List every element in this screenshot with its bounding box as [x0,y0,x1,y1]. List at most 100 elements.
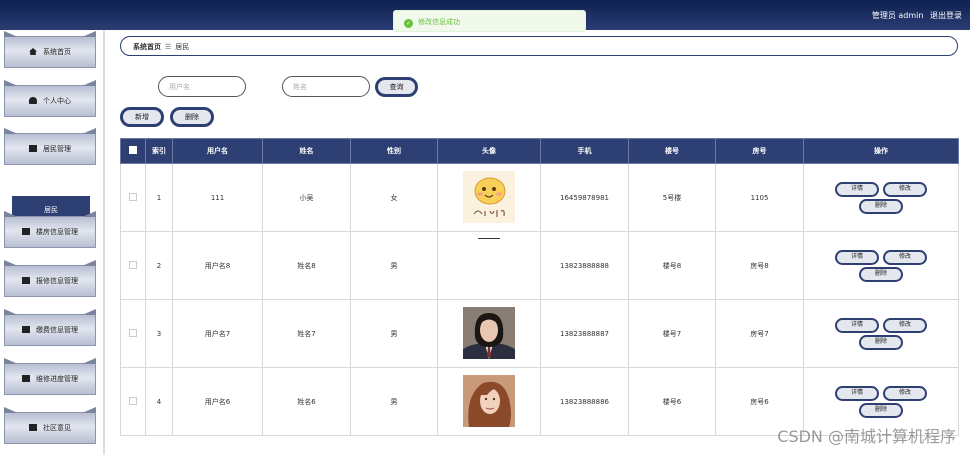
detail-button[interactable]: 详情 [835,317,879,333]
apps-icon [29,424,37,431]
sidebar-item-label: 个人中心 [43,97,71,105]
breadcrumb-home[interactable]: 系统首页 [133,43,161,51]
sidebar-item-progress[interactable]: 维修进度管理 [4,363,96,395]
column-header: 性别 [350,138,438,164]
chart-icon [22,375,30,382]
cell-actions: 详情 修改 删除 [803,231,959,300]
cell-gender: 女 [350,163,438,232]
select-all-cell [120,138,146,164]
breadcrumb-separator: ☰ [165,43,172,51]
grid-icon [22,277,30,284]
cell-index: 1 [145,163,173,232]
cell-phone: 13823888887 [540,299,629,368]
edit-button[interactable]: 修改 [883,385,927,401]
success-toast: ✓ 修改信息成功 [393,10,586,32]
sidebar-item-profile[interactable]: 个人中心 [4,85,96,117]
column-header: 操作 [803,138,959,164]
column-header: 楼号 [628,138,716,164]
user-area: 管理员 admin 退出登录 [868,10,962,21]
sidebar-item-repairs[interactable]: 报修信息管理 [4,265,96,297]
column-header: 用户名 [172,138,263,164]
edit-button[interactable]: 修改 [883,317,927,333]
cell-building: 楼号6 [628,367,716,436]
sidebar-item-label: 楼房信息管理 [36,228,78,236]
row-checkbox[interactable] [129,192,137,201]
name-search-input[interactable] [282,76,370,97]
cell-username: 用户名6 [172,367,263,436]
portrait-photo-avatar [463,374,515,427]
row-delete-button[interactable]: 删除 [859,334,903,350]
broken-image-icon [478,238,500,239]
sidebar-item-feedback[interactable]: 社区意见 [4,412,96,444]
check-icon: ✓ [404,19,413,28]
row-delete-button[interactable]: 删除 [859,198,903,214]
cell-name: 小吴 [262,163,351,232]
column-header: 姓名 [262,138,351,164]
sidebar-item-label: 维修进度管理 [36,375,78,383]
cell-phone: 16459878981 [540,163,629,232]
building-icon [22,228,30,235]
row-checkbox[interactable] [129,328,137,337]
sidebar-item-residents[interactable]: 居民管理 [4,133,96,165]
cell-index: 4 [145,367,173,436]
sidebar-item-label: 系统首页 [43,48,71,56]
select-all-checkbox[interactable] [129,146,137,154]
cell-building: 楼号8 [628,231,716,300]
sidebar-item-label: 缴费信息管理 [36,326,78,334]
wallet-icon [22,326,30,333]
edit-button[interactable]: 修改 [883,249,927,265]
detail-button[interactable]: 详情 [835,385,879,401]
smile-sticker-avatar [463,170,515,223]
cell-building: 楼号7 [628,299,716,368]
cell-username: 111 [172,163,263,232]
list-icon [29,145,37,152]
column-header: 手机 [540,138,629,164]
cell-building: 5号楼 [628,163,716,232]
add-button[interactable]: 新增 [120,107,164,127]
row-checkbox[interactable] [129,396,137,405]
table-row: 1 111 小吴 女 16459878981 5号楼 1105 详情 修改 删除 [120,163,959,232]
delete-button[interactable]: 删除 [170,107,214,127]
logout-link[interactable]: 退出登录 [930,11,962,20]
sidebar-item-home[interactable]: 系统首页 [4,36,96,68]
cell-name: 姓名8 [262,231,351,300]
sidebar-item-label: 居民管理 [43,145,71,153]
cell-avatar [437,367,541,436]
username-search-input[interactable] [158,76,246,97]
table-header-row: 索引 用户名 姓名 性别 头像 手机 楼号 房号 操作 [120,138,959,164]
toast-message: 修改信息成功 [418,18,460,26]
row-checkbox[interactable] [129,260,137,269]
row-delete-button[interactable]: 删除 [859,266,903,282]
row-select-cell [120,299,146,368]
residents-table: 索引 用户名 姓名 性别 头像 手机 楼号 房号 操作 1 111 小吴 女 1… [120,138,959,436]
cell-gender: 男 [350,299,438,368]
cell-gender: 男 [350,367,438,436]
cell-room: 房号7 [715,299,804,368]
cell-name: 姓名7 [262,299,351,368]
cell-name: 姓名6 [262,367,351,436]
column-header: 索引 [145,138,173,164]
edit-button[interactable]: 修改 [883,181,927,197]
current-user: 管理员 admin [871,11,924,20]
watermark: CSDN @南城计算机程序 [777,427,956,446]
cell-avatar [437,231,541,300]
sidebar-subitem-label: 居民 [44,206,58,214]
sidebar: 系统首页 个人中心 居民管理 居民 楼房信息管理 报修信息管理 缴费信息管理 维… [0,30,105,455]
sidebar-item-buildings[interactable]: 楼房信息管理 [4,216,96,248]
table-row: 3 用户名7 姓名7 男 13823888887 楼号7 房号7 详情 修改 删… [120,299,959,368]
row-delete-button[interactable]: 删除 [859,402,903,418]
sidebar-item-payments[interactable]: 缴费信息管理 [4,314,96,346]
query-button[interactable]: 查询 [375,77,418,97]
detail-button[interactable]: 详情 [835,181,879,197]
row-select-cell [120,231,146,300]
cell-room: 1105 [715,163,804,232]
uniform-photo-avatar [463,306,515,359]
cell-index: 2 [145,231,173,300]
table-row: 2 用户名8 姓名8 男 13823888888 楼号8 房号8 详情 修改 删除 [120,231,959,300]
cell-phone: 13823888888 [540,231,629,300]
breadcrumb: 系统首页 ☰ 居民 [120,36,958,56]
cell-username: 用户名8 [172,231,263,300]
detail-button[interactable]: 详情 [835,249,879,265]
user-icon [29,97,37,104]
cell-gender: 男 [350,231,438,300]
